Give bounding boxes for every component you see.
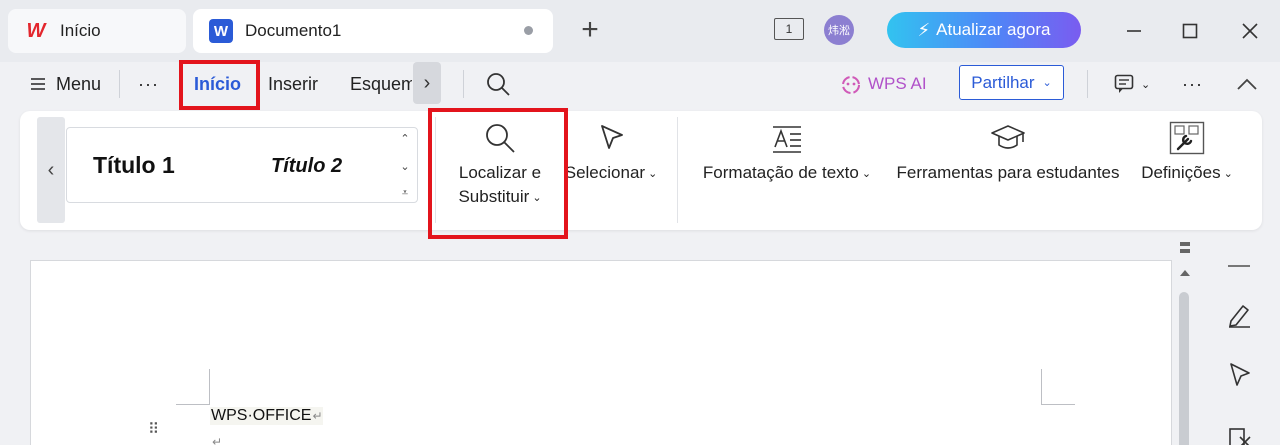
vertical-scrollbar[interactable] xyxy=(1178,240,1192,445)
minimize-icon xyxy=(1127,30,1141,32)
wps-ai-icon xyxy=(842,76,860,94)
search-button[interactable] xyxy=(485,62,511,106)
styles-scroll: ⌃ ⌄ ⩡ xyxy=(399,132,411,200)
select-label: Selecionar xyxy=(564,163,646,182)
upgrade-button[interactable]: ⚡ Atualizar agora xyxy=(887,12,1081,48)
settings-label: Definições xyxy=(1141,163,1221,182)
minimize-button[interactable] xyxy=(1119,16,1149,46)
writer-logo-icon: W xyxy=(209,19,233,43)
comments-button[interactable]: ⌄ xyxy=(1114,62,1150,106)
text-formatting-button[interactable]: Formatação de texto ⌄ xyxy=(697,121,877,186)
more-actions-button[interactable]: ··· xyxy=(1182,62,1203,106)
more-options-button[interactable]: ··· xyxy=(138,62,159,106)
chevron-up-icon[interactable]: ⌃ xyxy=(400,132,409,145)
highlight-box-find-replace xyxy=(428,108,568,239)
select-button[interactable]: Selecionar ⌄ xyxy=(565,121,657,186)
split-view-icon[interactable] xyxy=(1178,240,1192,256)
drag-handle-icon[interactable]: ⠿ xyxy=(148,422,159,437)
settings-tools-icon xyxy=(1169,121,1205,155)
menu-label: Menu xyxy=(56,73,102,94)
document-text[interactable]: WPS·OFFICE↵ xyxy=(210,407,323,425)
divider xyxy=(463,70,464,98)
scroll-up-icon[interactable] xyxy=(1178,268,1192,278)
divider xyxy=(119,70,120,98)
wps-ai-label: WPS AI xyxy=(868,74,927,93)
paragraph-mark-icon: ↵ xyxy=(212,435,223,445)
pen-icon xyxy=(1229,305,1250,328)
tab-bar: W Início W Documento1 + 1 炜淞 ⚡ Atualizar… xyxy=(0,0,1280,62)
cursor-arrow-icon xyxy=(1230,363,1250,386)
pen-tool-button[interactable] xyxy=(1223,299,1255,331)
style-heading-1[interactable]: Título 1 xyxy=(93,152,175,179)
text-formatting-label: Formatação de texto xyxy=(702,163,859,182)
more-tabs-button[interactable]: › xyxy=(413,62,441,104)
window-count-icon[interactable]: 1 xyxy=(774,18,804,40)
close-icon xyxy=(1242,23,1258,39)
chevron-down-icon: ⌄ xyxy=(861,167,872,180)
collapse-ribbon-button[interactable] xyxy=(1236,62,1258,106)
margin-corner xyxy=(209,369,210,405)
tab-home[interactable]: W Início xyxy=(8,9,186,53)
maximize-button[interactable] xyxy=(1175,16,1205,46)
share-label: Partilhar xyxy=(971,72,1035,92)
tab-document[interactable]: W Documento1 xyxy=(193,9,553,53)
hamburger-icon xyxy=(31,78,45,90)
wps-logo-icon: W xyxy=(26,19,46,42)
margin-corner xyxy=(1041,369,1042,405)
search-icon xyxy=(487,73,510,96)
unsaved-dot-icon[interactable] xyxy=(524,26,533,35)
tab-document-label: Documento1 xyxy=(245,21,342,40)
margin-corner xyxy=(1041,404,1075,405)
chevron-down-icon: ⌄ xyxy=(1223,167,1233,180)
select-tool-button[interactable] xyxy=(1223,358,1255,390)
share-button[interactable]: Partilhar ⌄ xyxy=(959,65,1064,100)
divider xyxy=(677,117,678,223)
document-text-content: WPS·OFFICE xyxy=(211,407,312,424)
comment-icon xyxy=(1114,74,1134,93)
tab-home-label: Início xyxy=(60,21,101,40)
ribbon: ‹ Título 1 Título 2 ⌃ ⌄ ⩡ Localizar e Su… xyxy=(20,111,1262,230)
wps-ai-button[interactable]: WPS AI xyxy=(840,62,927,106)
upgrade-label: Atualizar agora xyxy=(936,20,1051,39)
style-heading-2[interactable]: Título 2 xyxy=(271,155,342,178)
paragraph-mark-icon: ↵ xyxy=(312,409,323,423)
close-button[interactable] xyxy=(1235,16,1265,46)
chevron-down-icon: ⌄ xyxy=(648,167,658,180)
cursor-arrow-icon xyxy=(601,125,623,149)
settings-button[interactable]: Definições ⌄ xyxy=(1137,121,1237,186)
student-tools-label: Ferramentas para estudantes xyxy=(896,163,1120,182)
tab-esquema[interactable]: Esquem xyxy=(350,62,412,106)
collapse-sidebar-button[interactable] xyxy=(1223,250,1255,282)
avatar[interactable]: 炜淞 xyxy=(824,15,854,45)
document-page[interactable]: WPS·OFFICE↵ ↵ xyxy=(30,260,1172,445)
highlight-box-inicio xyxy=(179,60,260,110)
divider xyxy=(1087,70,1088,98)
text-format-icon xyxy=(773,126,801,153)
new-tab-button[interactable]: + xyxy=(575,15,605,45)
lightning-icon: ⚡ xyxy=(917,19,931,40)
menu-button[interactable]: Menu xyxy=(30,62,101,106)
chevron-down-icon: ⌄ xyxy=(1141,78,1151,91)
margin-corner xyxy=(176,404,210,405)
styles-gallery: Título 1 Título 2 ⌃ ⌄ ⩡ xyxy=(66,127,418,203)
chevron-up-icon xyxy=(1237,78,1257,90)
chevron-down-icon[interactable]: ⌄ xyxy=(400,160,409,173)
chevron-down-icon: ⌄ xyxy=(1042,77,1052,89)
ribbon-scroll-left-button[interactable]: ‹ xyxy=(37,117,65,223)
scrollbar-thumb[interactable] xyxy=(1179,292,1189,445)
graduation-cap-icon xyxy=(991,125,1025,149)
clear-format-icon xyxy=(1229,428,1251,445)
maximize-icon xyxy=(1182,23,1198,39)
student-tools-button[interactable]: Ferramentas para estudantes xyxy=(893,121,1123,185)
clear-format-button[interactable] xyxy=(1223,420,1255,445)
tab-inserir[interactable]: Inserir xyxy=(268,62,318,106)
expand-styles-icon[interactable]: ⩡ xyxy=(402,187,408,200)
minus-icon xyxy=(1228,265,1250,267)
